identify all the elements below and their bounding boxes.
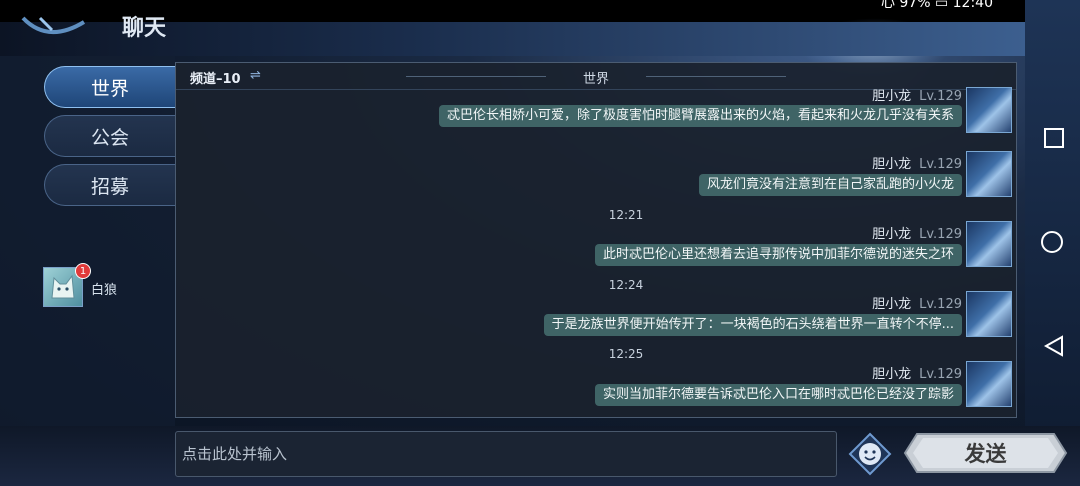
- tab-world[interactable]: 世界: [44, 66, 175, 108]
- message-bubble: 于是龙族世界便开始传开了：一块褐色的石头绕着世界一直转个不停...: [543, 314, 962, 336]
- page-title: 聊天: [122, 16, 167, 41]
- message-bubble: 忒巴伦长相娇小可爱，除了极度害怕时腿臂展露出来的火焰，看起来和火龙几乎没有关系: [438, 105, 962, 127]
- triangle-back-icon[interactable]: [1042, 334, 1066, 358]
- chat-panel: 频道–10 ⇌ 世界 胆小龙 Lv.129 忒巴伦长相娇小可爱，除了极度害怕时腿臂…: [175, 62, 1017, 418]
- message-sender: 胆小龙 Lv.129: [872, 227, 962, 242]
- friend-item-bailang[interactable]: 1 白狼: [43, 263, 173, 313]
- sender-avatar[interactable]: [966, 361, 1012, 407]
- unread-badge: 1: [75, 263, 91, 279]
- send-label: 发送: [964, 442, 1007, 466]
- chat-input[interactable]: [175, 431, 837, 477]
- tab-guild[interactable]: 公会: [44, 115, 175, 157]
- friend-name: 白狼: [91, 283, 118, 298]
- status-right: 心 97% ▭ 12:40: [880, 0, 993, 11]
- message-sender: 胆小龙 Lv.129: [872, 297, 962, 312]
- tab-recruit[interactable]: 招募: [44, 164, 175, 206]
- message-bubble: 此时忒巴伦心里还想着去追寻那传说中加菲尔德说的迷失之环: [594, 244, 962, 266]
- sender-avatar[interactable]: [966, 291, 1012, 337]
- smiley-face-icon[interactable]: [848, 432, 892, 476]
- message-sender: 胆小龙 Lv.129: [872, 89, 962, 104]
- tab-label: 公会: [90, 126, 129, 149]
- divider: [646, 76, 786, 77]
- timestamp: 12:21: [608, 208, 644, 222]
- message-sender: 胆小龙 Lv.129: [872, 157, 962, 172]
- sender-avatar[interactable]: [966, 87, 1012, 133]
- message-bubble: 风龙们竟没有注意到在自己家乱跑的小火龙: [698, 174, 962, 196]
- timestamp: 12:24: [608, 278, 644, 292]
- timestamp: 12:25: [608, 347, 644, 361]
- back-icon[interactable]: [18, 16, 88, 46]
- sender-avatar[interactable]: [966, 221, 1012, 267]
- message-bubble: 实则当加菲尔德要告诉忒巴伦入口在哪时忒巴伦已经没了踪影: [594, 384, 962, 406]
- sender-avatar[interactable]: [966, 151, 1012, 197]
- send-button[interactable]: 发送: [903, 432, 1068, 474]
- tab-label: 招募: [90, 175, 129, 198]
- circle-icon[interactable]: [1040, 230, 1064, 254]
- tab-label: 世界: [90, 77, 129, 100]
- status-left: ▀▀ ▀▀ ▀▀ ▀: [82, 0, 191, 8]
- left-nav: [0, 56, 175, 426]
- message-sender: 胆小龙 Lv.129: [872, 367, 962, 382]
- header-bar: 聊天: [0, 16, 1025, 56]
- square-icon[interactable]: [1042, 126, 1066, 150]
